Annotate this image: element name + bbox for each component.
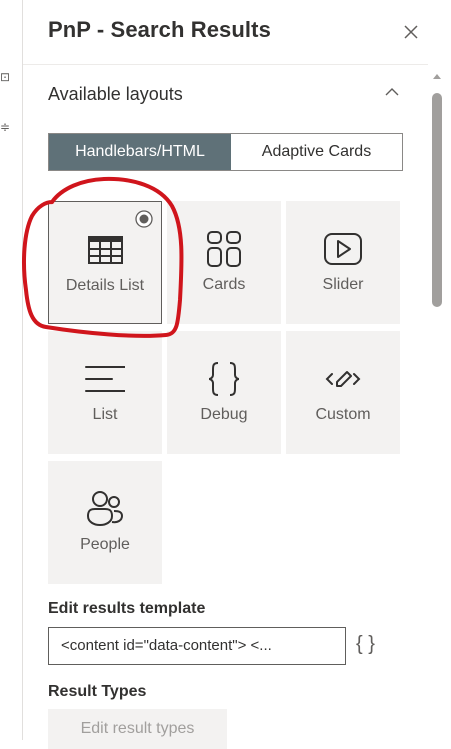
handlebars-option[interactable]: Handlebars/HTML	[49, 134, 231, 170]
code-pen-icon	[325, 371, 361, 387]
layout-type-toggle: Handlebars/HTML Adaptive Cards	[48, 133, 403, 171]
layout-tile-list[interactable]: List	[48, 331, 162, 454]
result-types-label: Result Types	[48, 683, 147, 700]
curly-braces-icon: { }	[356, 633, 375, 655]
background-page-strip: ⊡ ≑	[0, 0, 22, 740]
background-icon: ≑	[0, 120, 11, 134]
adaptive-cards-option[interactable]: Adaptive Cards	[231, 134, 402, 170]
chevron-up-icon	[385, 88, 399, 96]
edit-result-types-button[interactable]: Edit result types	[48, 709, 227, 749]
template-label: Edit results template	[48, 600, 206, 617]
available-layouts-header[interactable]: Available layouts	[23, 66, 428, 122]
layout-tile-slider[interactable]: Slider	[286, 201, 400, 324]
radio-selected-icon	[135, 210, 153, 228]
layout-tile-custom[interactable]: Custom	[286, 331, 400, 454]
scroll-up-icon[interactable]	[432, 72, 442, 80]
template-input[interactable]: <content id="data-content"> <...	[48, 627, 346, 665]
layout-label: Cards	[202, 276, 246, 293]
section-title: Available layouts	[48, 84, 183, 104]
layout-tile-debug[interactable]: Debug	[167, 331, 281, 454]
play-slider-icon	[324, 233, 362, 265]
panel-title: PnP - Search Results	[48, 17, 271, 42]
layout-label: Custom	[315, 406, 371, 423]
grid-table-icon	[88, 236, 123, 264]
cards-grid-icon	[207, 231, 241, 267]
layout-tile-people[interactable]: People	[48, 461, 162, 584]
layout-label: Slider	[322, 276, 364, 293]
open-template-editor-button[interactable]: { }	[356, 633, 375, 656]
scrollbar-thumb[interactable]	[432, 93, 442, 307]
property-pane: PnP - Search Results Available layouts H…	[22, 0, 451, 749]
layout-label: Debug	[200, 406, 248, 423]
layout-tile-cards[interactable]: Cards	[167, 201, 281, 324]
close-button[interactable]	[399, 20, 423, 44]
close-icon	[404, 25, 418, 39]
layout-label: List	[92, 406, 118, 423]
curly-braces-icon	[208, 362, 240, 396]
background-icon: ⊡	[0, 70, 11, 84]
layout-label: Details List	[65, 277, 145, 294]
layout-tile-details-list[interactable]: Details List	[48, 201, 162, 324]
people-icon	[86, 491, 124, 527]
header-divider	[23, 64, 428, 65]
list-lines-icon	[85, 366, 125, 392]
layout-label: People	[80, 536, 130, 553]
